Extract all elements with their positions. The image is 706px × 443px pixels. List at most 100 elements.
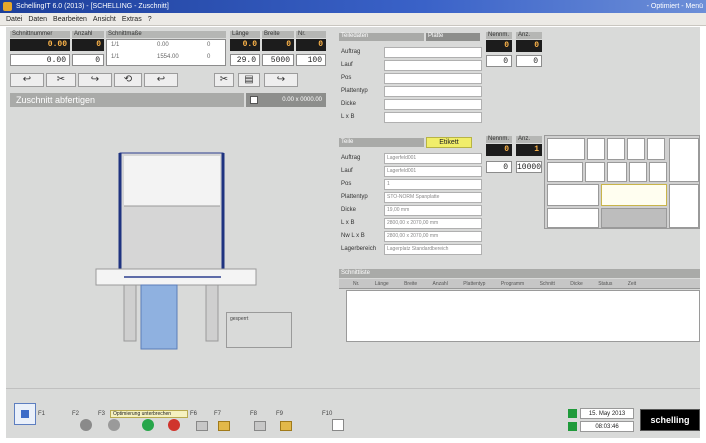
parts-label-lxb: L x B xyxy=(341,220,355,226)
dim-a-count: 0 xyxy=(207,42,211,48)
thumbnail-16[interactable] xyxy=(601,208,667,228)
col-zeit[interactable]: Zeit xyxy=(628,281,636,287)
parts-num-hdr-b: Anz. xyxy=(516,136,542,143)
tool-button-5[interactable]: ↩ xyxy=(144,73,178,87)
support-left xyxy=(123,284,137,342)
etikett-button[interactable]: Etikett xyxy=(426,137,472,148)
cut-icon: ✂ xyxy=(56,74,66,85)
col-laenge[interactable]: Länge xyxy=(375,281,389,287)
stack-icon: ▤ xyxy=(244,74,254,85)
layout-thumbnails xyxy=(544,135,700,229)
info-field-lauf xyxy=(384,60,482,71)
col-status[interactable]: Status xyxy=(598,281,612,287)
pallet-icon[interactable] xyxy=(218,421,230,431)
info-header-a: Teiledaten xyxy=(339,33,424,41)
cut-icon: ✂ xyxy=(219,74,229,85)
col-schnitt[interactable]: Schnitt xyxy=(540,281,555,287)
hdr-nr: Nr. xyxy=(296,31,326,38)
pen-icon[interactable] xyxy=(280,421,292,431)
stop-icon[interactable] xyxy=(168,419,180,431)
thumbnail-1[interactable] xyxy=(547,138,585,160)
thumbnail-14[interactable] xyxy=(669,184,699,228)
start-icon[interactable] xyxy=(142,419,154,431)
info-field-dicke xyxy=(384,99,482,110)
gear-icon[interactable] xyxy=(80,419,92,431)
info-num-hdr-b: Anz. xyxy=(516,32,542,39)
thumbnail-4[interactable] xyxy=(627,138,645,160)
support-right xyxy=(205,284,219,342)
tool-button-4[interactable]: ⟲ xyxy=(114,73,142,87)
key-f1: F1 xyxy=(38,411,46,417)
col-dicke[interactable]: Dicke xyxy=(570,281,583,287)
thumbnail-15[interactable] xyxy=(547,208,599,228)
thumbnail-8[interactable] xyxy=(585,162,605,182)
thumbnail-2[interactable] xyxy=(587,138,605,160)
info-num-dark-b: 0 xyxy=(516,40,542,52)
thumbnail-11[interactable] xyxy=(649,162,667,182)
parts-num-dark-b: 1 xyxy=(516,144,542,156)
window-controls[interactable]: - Optimiert - Menü xyxy=(647,1,703,12)
menu-daten[interactable]: Daten xyxy=(28,16,47,23)
time-indicator-icon xyxy=(568,422,577,431)
home-icon xyxy=(21,410,29,418)
menu-extras[interactable]: Extras xyxy=(122,16,142,23)
hdr-laenge: Länge xyxy=(230,31,260,38)
tool-button-1[interactable]: ↩ xyxy=(10,73,44,87)
col-breite[interactable]: Breite xyxy=(404,281,417,287)
thumbnail-7[interactable] xyxy=(547,162,583,182)
gears-icon[interactable] xyxy=(108,419,120,431)
thumbnail-6[interactable] xyxy=(669,138,699,182)
stack-blue xyxy=(140,284,178,350)
nr-value: 100 xyxy=(296,54,326,66)
info-field-lxb xyxy=(384,112,482,123)
nr-display: 0 xyxy=(296,39,326,51)
hdr-schnittmasse: Schnittmaße xyxy=(106,31,226,38)
home-button[interactable] xyxy=(14,403,36,425)
tool-button-2[interactable]: ✂ xyxy=(46,73,76,87)
dim-b-label: 1/1 xyxy=(111,54,120,60)
laenge-value: 29.0 xyxy=(230,54,260,66)
status-value-text: 0.00 x 0000.00 xyxy=(282,97,322,103)
key-f3: F3 xyxy=(98,411,106,417)
window-title: SchellingIT 6.0 (2013) - [SCHELLING - Zu… xyxy=(16,3,169,10)
menu-bar: Datei Daten Bearbeiten Ansicht Extras? xyxy=(0,13,706,26)
dim-a-value: 0.00 xyxy=(157,42,169,48)
menu-datei[interactable]: Datei xyxy=(6,16,22,23)
thumbnail-3[interactable] xyxy=(607,138,625,160)
laenge-display: 0.0 xyxy=(230,39,260,51)
menu-help[interactable]: ? xyxy=(148,16,152,23)
tool-button-6[interactable]: ✂ xyxy=(214,73,234,87)
dim-a-label: 1/1 xyxy=(111,42,120,48)
col-nr[interactable]: Nr. xyxy=(353,281,359,287)
col-programm[interactable]: Programm xyxy=(501,281,524,287)
thumbnail-9[interactable] xyxy=(607,162,627,182)
menu-bearbeiten[interactable]: Bearbeiten xyxy=(53,16,87,23)
redo-icon: ↪ xyxy=(90,74,100,85)
parts-field-lxb: 2800,00 x 2070,00 mm xyxy=(384,218,482,229)
time-display: 08:03:46 xyxy=(580,421,634,432)
breite-display: 0 xyxy=(262,39,294,51)
tool-button-8[interactable]: ↪ xyxy=(264,73,298,87)
list-columns: Nr. Länge Breite Anzahl Plattentyp Progr… xyxy=(339,279,700,289)
hand-icon[interactable] xyxy=(332,419,344,431)
cut-list-table[interactable] xyxy=(346,290,700,342)
parts-label-lauf: Lauf xyxy=(341,168,353,174)
thumbnail-12[interactable] xyxy=(547,184,599,206)
col-plattentyp[interactable]: Plattentyp xyxy=(463,281,485,287)
tray-icon[interactable] xyxy=(196,421,208,431)
menu-ansicht[interactable]: Ansicht xyxy=(93,16,116,23)
footer-toolbar: F1 F2 F3 Optimierung unterbrechen F6 F7 … xyxy=(6,388,700,438)
thumbnail-10[interactable] xyxy=(629,162,647,182)
thumbnail-13-selected[interactable] xyxy=(601,184,667,206)
parts-num-white-b: 10000 xyxy=(516,161,542,173)
tool-button-7[interactable]: ▤ xyxy=(238,73,260,87)
col-anzahl[interactable]: Anzahl xyxy=(433,281,448,287)
app-logo-icon xyxy=(3,2,12,11)
date-indicator-icon xyxy=(568,409,577,418)
side-label: gesperrt xyxy=(230,316,249,322)
tools-icon[interactable] xyxy=(254,421,266,431)
parts-label-auftrag: Auftrag xyxy=(341,155,361,161)
parts-label-pos: Pos xyxy=(341,181,352,187)
tool-button-3[interactable]: ↪ xyxy=(78,73,112,87)
thumbnail-5[interactable] xyxy=(647,138,665,160)
